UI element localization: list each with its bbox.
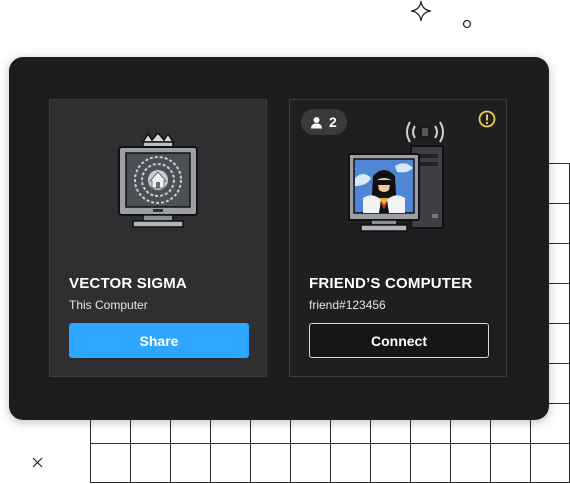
share-button[interactable]: Share (69, 323, 249, 358)
friend-computer-icon (290, 118, 506, 232)
device-name: FRIEND’S COMPUTER (309, 275, 473, 292)
device-subtitle: This Computer (69, 298, 148, 312)
device-card-friend[interactable]: 2 FRIEND’S COMPUTER friend#123456 Connec… (289, 99, 507, 377)
computer-picker-panel: VECTOR SIGMA This Computer Share 2 FRIEN… (9, 57, 549, 420)
circle-icon (462, 19, 472, 29)
device-name: VECTOR SIGMA (69, 275, 187, 292)
home-monitor-icon (50, 132, 266, 242)
device-card-local[interactable]: VECTOR SIGMA This Computer Share (49, 99, 267, 377)
device-subtitle: friend#123456 (309, 298, 386, 312)
close-icon (32, 457, 43, 468)
connect-button[interactable]: Connect (309, 323, 489, 358)
sparkle-icon (410, 0, 432, 22)
